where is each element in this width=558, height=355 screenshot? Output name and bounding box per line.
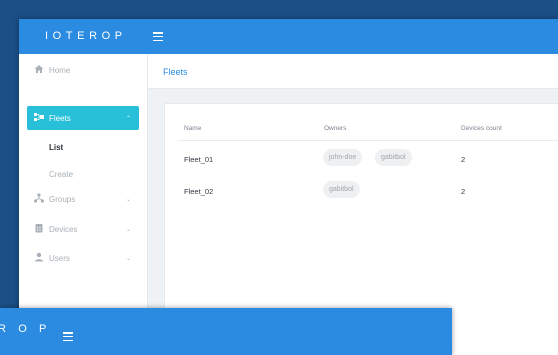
- chevron-down-icon: ⌄: [125, 197, 131, 203]
- column-header-name[interactable]: Name: [184, 125, 201, 132]
- top-bar: IOTEROP: [19, 19, 558, 54]
- sidebar-item-label: Groups: [49, 195, 76, 204]
- fleet-name[interactable]: Fleet_02: [184, 187, 213, 196]
- sidebar-item-label: Users: [49, 254, 70, 263]
- devices-count: 2: [461, 155, 466, 164]
- fleet-icon: [34, 113, 44, 121]
- sidebar-item-label: Fleets: [49, 114, 71, 123]
- chevron-down-icon: ⌄: [125, 256, 131, 262]
- hamburger-menu-icon[interactable]: [63, 332, 73, 342]
- fleet-name[interactable]: Fleet_01: [184, 155, 213, 164]
- column-header-devices-count[interactable]: Devices count: [461, 125, 502, 132]
- sidebar-item-devices[interactable]: Devices ⌄: [27, 217, 139, 241]
- sidebar-item-groups[interactable]: Groups ⌄: [27, 187, 139, 211]
- user-icon: [35, 252, 43, 262]
- sidebar-item-label: Devices: [49, 225, 78, 234]
- table-row[interactable]: Fleet_01 john-doe gabitbol 2: [177, 141, 558, 173]
- devices-count: 2: [461, 187, 466, 196]
- owner-tag: gabitbol: [375, 149, 412, 166]
- table-row[interactable]: Fleet_02 gabitbol 2: [177, 173, 558, 205]
- app-logo[interactable]: IOTEROP: [45, 19, 127, 54]
- app-logo-partial[interactable]: R O P: [0, 323, 51, 335]
- table-header: Name Owners Devices count: [177, 116, 558, 141]
- app-window: IOTEROP Home Fleets ⌃ List Create Groups…: [19, 19, 558, 355]
- home-icon: [34, 65, 44, 73]
- sidebar-item-home[interactable]: Home: [27, 58, 139, 82]
- column-header-owners[interactable]: Owners: [324, 125, 346, 132]
- fleets-table: Name Owners Devices count Fleet_01 john-…: [177, 116, 558, 205]
- chevron-up-icon: ⌃: [125, 116, 131, 122]
- sidebar-subitem-list[interactable]: List: [49, 143, 63, 152]
- sidebar-subitem-create[interactable]: Create: [49, 170, 73, 179]
- sidebar-item-users[interactable]: Users ⌄: [27, 246, 139, 270]
- page-title: Fleets: [163, 67, 188, 77]
- groups-icon: [34, 193, 44, 203]
- hamburger-menu-icon[interactable]: [153, 32, 163, 42]
- owner-tag: gabitbol: [323, 181, 360, 198]
- background-window-topbar: R O P: [0, 308, 452, 355]
- page-header: Fleets: [148, 54, 558, 89]
- devices-icon: [35, 224, 43, 233]
- sidebar-item-label: Home: [49, 66, 71, 75]
- chevron-down-icon: ⌄: [125, 227, 131, 233]
- sidebar-item-fleets[interactable]: Fleets ⌃: [27, 106, 139, 130]
- owner-tag: john-doe: [323, 149, 363, 166]
